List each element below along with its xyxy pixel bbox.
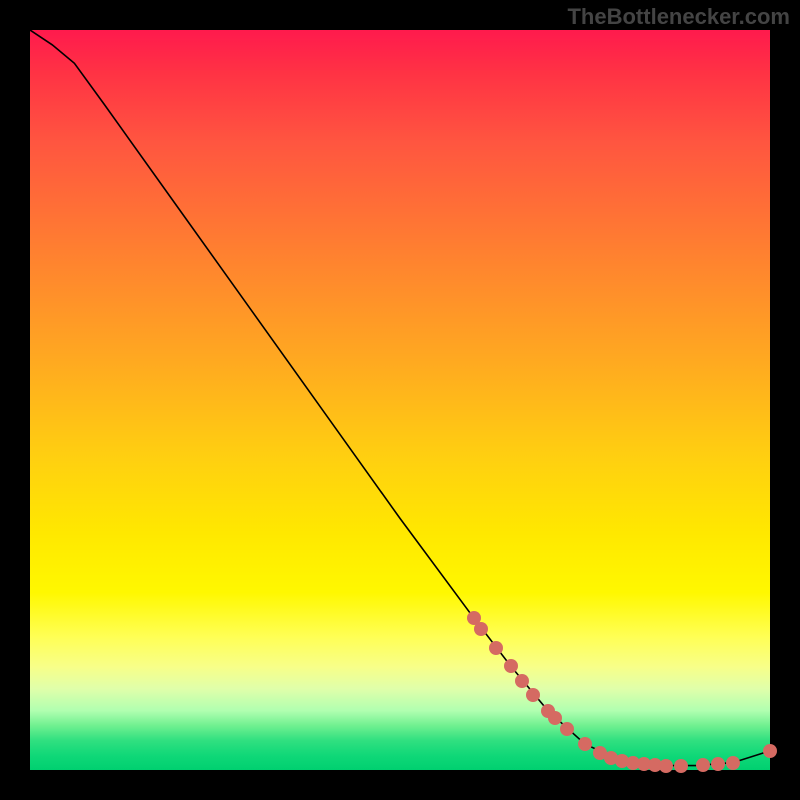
chart-point <box>474 622 488 636</box>
chart-point <box>467 611 481 625</box>
chart-curve <box>30 30 770 770</box>
chart-point <box>548 711 562 725</box>
chart-point <box>763 744 777 758</box>
chart-point <box>674 759 688 773</box>
chart-point <box>615 754 629 768</box>
chart-points-layer <box>30 30 770 770</box>
chart-point <box>711 757 725 771</box>
chart-point <box>526 688 540 702</box>
chart-point <box>726 756 740 770</box>
chart-point <box>626 756 640 770</box>
chart-point <box>659 759 673 773</box>
chart-plot-area <box>30 30 770 770</box>
chart-point <box>541 704 555 718</box>
chart-point <box>489 641 503 655</box>
chart-point <box>696 758 710 772</box>
chart-point <box>604 751 618 765</box>
chart-point <box>560 722 574 736</box>
chart-point <box>648 758 662 772</box>
watermark-text: TheBottlenecker.com <box>567 4 790 30</box>
chart-point <box>593 746 607 760</box>
chart-point <box>504 659 518 673</box>
chart-point <box>515 674 529 688</box>
chart-point <box>637 757 651 771</box>
chart-point <box>578 737 592 751</box>
